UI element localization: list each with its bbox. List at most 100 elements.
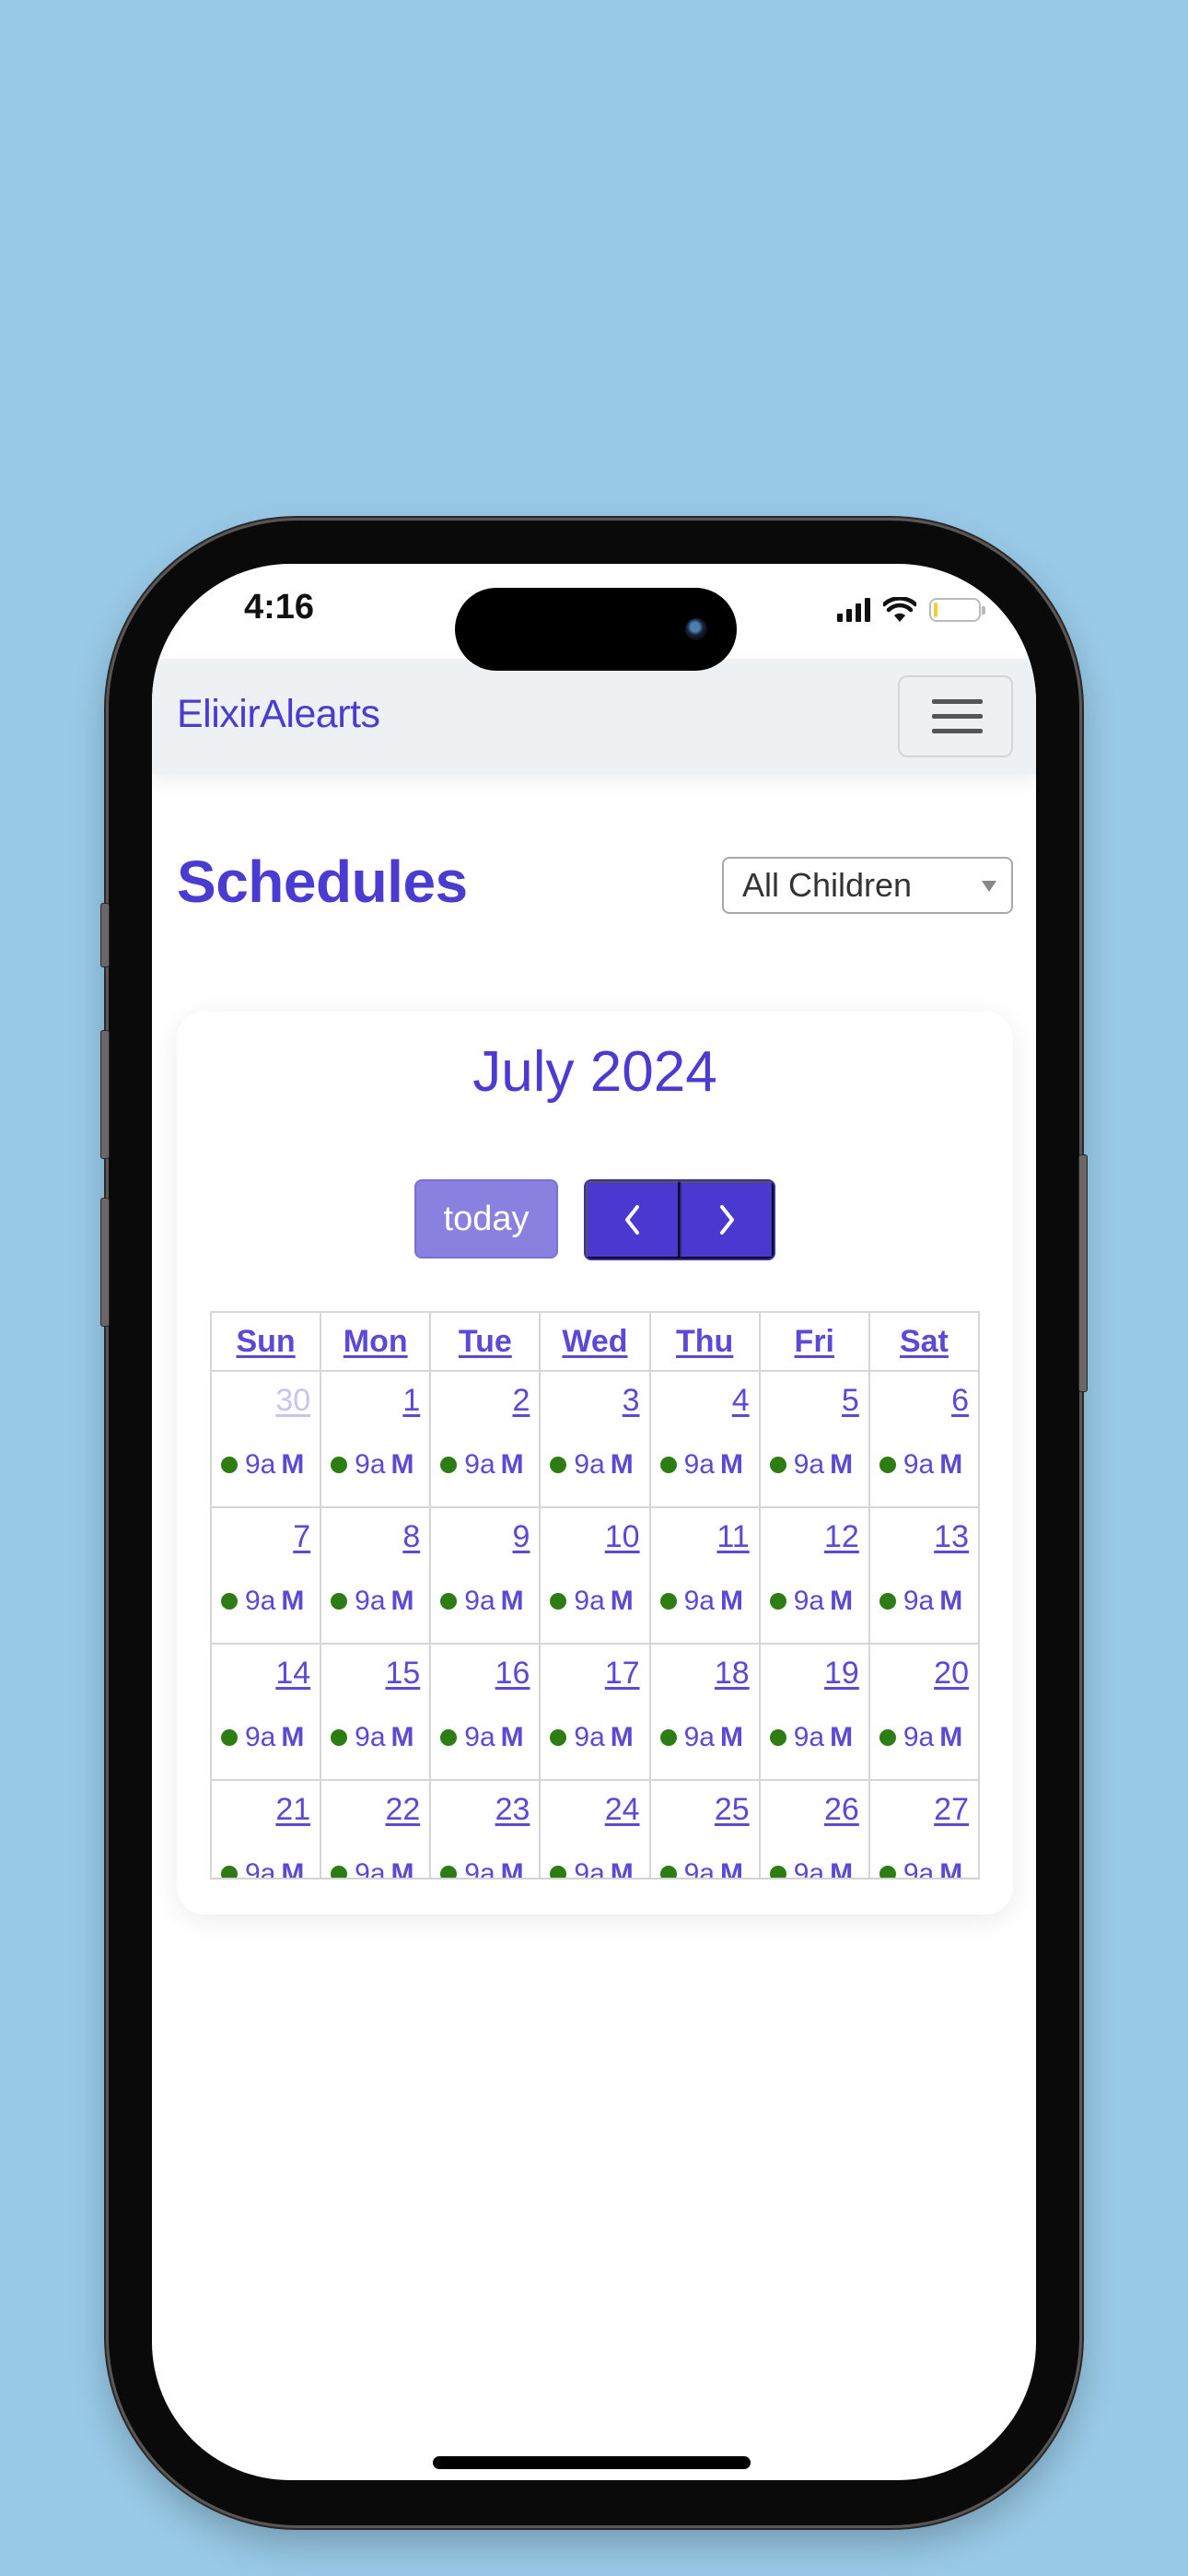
weekday-link[interactable]: Fri xyxy=(795,1324,834,1359)
day-number-link[interactable]: 5 xyxy=(842,1383,859,1419)
calendar-day-cell[interactable]: 27 9a M xyxy=(868,1779,980,1878)
calendar-event[interactable]: 9a M xyxy=(221,1449,304,1481)
day-number-link[interactable]: 27 xyxy=(934,1792,969,1828)
day-number-link[interactable]: 6 xyxy=(951,1383,969,1419)
calendar-event[interactable]: 9a M xyxy=(769,1858,853,1878)
weekday-link[interactable]: Thu xyxy=(676,1324,733,1359)
day-number-link[interactable]: 24 xyxy=(605,1792,640,1828)
day-number-link[interactable]: 17 xyxy=(605,1656,640,1692)
day-number-link[interactable]: 10 xyxy=(605,1519,640,1555)
calendar-event[interactable]: 9a M xyxy=(879,1586,962,1617)
calendar-day-cell[interactable]: 9 9a M xyxy=(429,1506,542,1645)
day-number-link[interactable]: 23 xyxy=(495,1792,530,1828)
day-number-link[interactable]: 12 xyxy=(824,1519,859,1555)
weekday-link[interactable]: Mon xyxy=(344,1324,408,1359)
calendar-event[interactable]: 9a M xyxy=(769,1449,853,1481)
calendar-event[interactable]: 9a M xyxy=(550,1449,634,1481)
day-number-link[interactable]: 26 xyxy=(824,1792,859,1828)
calendar-day-cell[interactable]: 18 9a M xyxy=(648,1643,761,1781)
calendar-event[interactable]: 9a M xyxy=(879,1858,962,1878)
day-number-link[interactable]: 21 xyxy=(275,1792,310,1828)
day-number-link[interactable]: 16 xyxy=(495,1656,530,1692)
calendar-day-cell[interactable]: 23 9a M xyxy=(429,1779,542,1878)
calendar-day-cell[interactable]: 24 9a M xyxy=(539,1779,651,1878)
calendar-day-cell[interactable]: 5 9a M xyxy=(758,1370,870,1508)
day-number-link[interactable]: 30 xyxy=(275,1383,310,1419)
brand-link[interactable]: ElixirAlearts xyxy=(177,692,380,737)
calendar-event[interactable]: 9a M xyxy=(769,1722,853,1753)
calendar-event[interactable]: 9a M xyxy=(331,1449,414,1481)
weekday-link[interactable]: Tue xyxy=(459,1324,512,1359)
calendar-event[interactable]: 9a M xyxy=(221,1858,304,1878)
calendar-day-cell[interactable]: 30 9a M xyxy=(210,1370,322,1508)
weekday-link[interactable]: Sun xyxy=(236,1324,295,1359)
calendar-event[interactable]: 9a M xyxy=(550,1586,634,1617)
calendar-day-cell[interactable]: 25 9a M xyxy=(648,1779,761,1878)
calendar-event[interactable]: 9a M xyxy=(440,1858,524,1878)
day-number-link[interactable]: 9 xyxy=(513,1519,530,1555)
day-number-link[interactable]: 15 xyxy=(385,1656,420,1692)
next-month-button[interactable] xyxy=(680,1181,774,1259)
calendar-event[interactable]: 9a M xyxy=(440,1586,524,1617)
calendar-day-cell[interactable]: 20 9a M xyxy=(868,1643,980,1781)
day-number-link[interactable]: 19 xyxy=(824,1656,859,1692)
day-number-link[interactable]: 4 xyxy=(732,1383,750,1419)
calendar-event[interactable]: 9a M xyxy=(331,1722,414,1753)
calendar-day-cell[interactable]: 13 9a M xyxy=(868,1506,980,1645)
calendar-day-cell[interactable]: 15 9a M xyxy=(320,1643,432,1781)
calendar-day-cell[interactable]: 2 9a M xyxy=(429,1370,542,1508)
calendar-event[interactable]: 9a M xyxy=(440,1722,524,1753)
calendar-day-cell[interactable]: 8 9a M xyxy=(320,1506,432,1645)
day-number-link[interactable]: 11 xyxy=(716,1519,749,1555)
calendar-event[interactable]: 9a M xyxy=(659,1586,743,1617)
calendar-day-cell[interactable]: 7 9a M xyxy=(210,1506,322,1645)
today-button[interactable]: today xyxy=(414,1179,558,1259)
calendar-event[interactable]: 9a M xyxy=(550,1858,634,1878)
day-number-link[interactable]: 25 xyxy=(715,1792,750,1828)
prev-month-button[interactable] xyxy=(586,1181,680,1259)
calendar-day-cell[interactable]: 19 9a M xyxy=(758,1643,870,1781)
weekday-link[interactable]: Wed xyxy=(562,1324,627,1359)
calendar-event[interactable]: 9a M xyxy=(769,1586,853,1617)
calendar-day-cell[interactable]: 12 9a M xyxy=(758,1506,870,1645)
menu-toggle-button[interactable] xyxy=(898,675,1013,757)
calendar-event[interactable]: 9a M xyxy=(221,1586,304,1617)
calendar-day-cell[interactable]: 10 9a M xyxy=(539,1506,651,1645)
calendar-day-cell[interactable]: 26 9a M xyxy=(758,1779,870,1878)
calendar-day-cell[interactable]: 22 9a M xyxy=(320,1779,432,1878)
calendar-day-cell[interactable]: 6 9a M xyxy=(868,1370,980,1508)
calendar-event[interactable]: 9a M xyxy=(440,1449,524,1481)
day-number-link[interactable]: 7 xyxy=(293,1519,310,1555)
calendar-event[interactable]: 9a M xyxy=(331,1586,414,1617)
weekday-link[interactable]: Sat xyxy=(900,1324,949,1359)
day-number-link[interactable]: 22 xyxy=(385,1792,420,1828)
calendar-event[interactable]: 9a M xyxy=(550,1722,634,1753)
calendar-day-cell[interactable]: 4 9a M xyxy=(648,1370,761,1508)
calendar-day-cell[interactable]: 17 9a M xyxy=(539,1643,651,1781)
day-number-link[interactable]: 2 xyxy=(513,1383,530,1419)
day-number-link[interactable]: 20 xyxy=(934,1656,969,1692)
calendar-day-cell[interactable]: 3 9a M xyxy=(539,1370,651,1508)
battery-icon xyxy=(929,598,985,622)
day-number-link[interactable]: 13 xyxy=(934,1519,969,1555)
calendar-event[interactable]: 9a M xyxy=(659,1858,743,1878)
day-number-link[interactable]: 18 xyxy=(715,1656,750,1692)
day-number-link[interactable]: 3 xyxy=(623,1383,640,1419)
calendar-event[interactable]: 9a M xyxy=(659,1722,743,1753)
calendar-event[interactable]: 9a M xyxy=(331,1858,414,1878)
calendar-event[interactable]: 9a M xyxy=(879,1449,962,1481)
calendar-day-cell[interactable]: 1 9a M xyxy=(320,1370,432,1508)
day-number-link[interactable]: 14 xyxy=(275,1656,310,1692)
calendar-day-cell[interactable]: 14 9a M xyxy=(210,1643,322,1781)
calendar-day-cell[interactable]: 21 9a M xyxy=(210,1779,322,1878)
calendar-event[interactable]: 9a M xyxy=(659,1449,743,1481)
calendar-event[interactable]: 9a M xyxy=(879,1722,962,1753)
event-dot-icon xyxy=(769,1593,786,1610)
day-number-link[interactable]: 1 xyxy=(402,1383,420,1419)
calendar-event[interactable]: 9a M xyxy=(221,1722,304,1753)
child-filter-select[interactable]: All Children xyxy=(722,857,1013,914)
calendar-scroll-area[interactable]: Sun Mon Tue Wed Thu Fri Sat 30 9a M 1 9a M 2 9a M 3 9a M 4… xyxy=(210,1311,980,1879)
calendar-day-cell[interactable]: 11 9a M xyxy=(648,1506,761,1645)
day-number-link[interactable]: 8 xyxy=(402,1519,420,1555)
calendar-day-cell[interactable]: 16 9a M xyxy=(429,1643,542,1781)
